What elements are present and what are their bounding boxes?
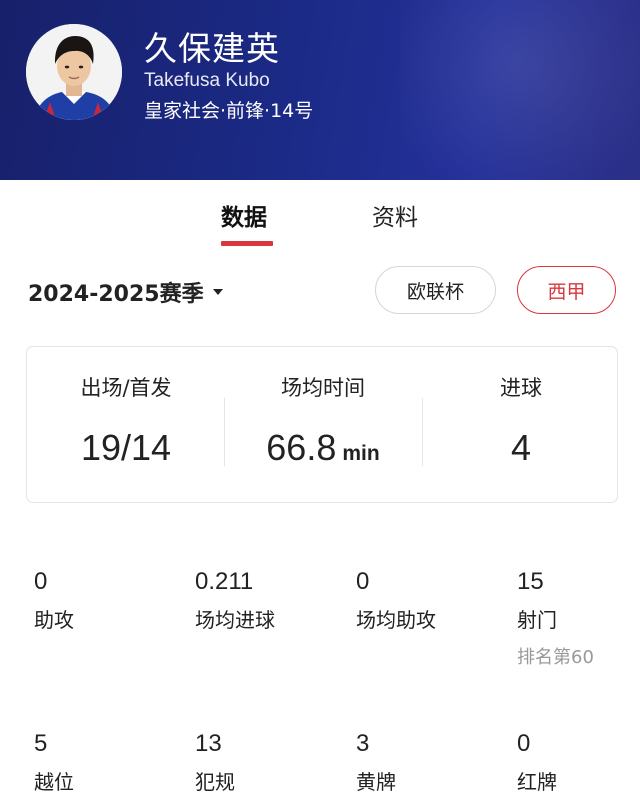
stat-assists: 0 助攻 [34, 568, 184, 633]
stat-value: 0.211 [195, 568, 254, 595]
caret-down-icon [212, 289, 223, 295]
stat-value: 3 [356, 730, 370, 757]
player-avatar[interactable] [26, 24, 122, 120]
stat-yellow-cards: 3 黄牌 [356, 730, 506, 794]
stat-value: 5 [34, 730, 48, 757]
stat-value: 0 [356, 568, 370, 595]
stat-offsides: 5 越位 [34, 730, 184, 794]
summary-card: 出场/首发 19/14 场均时间 66.8 min 进球 4 [26, 346, 618, 503]
summary-label: 出场/首发 [80, 376, 172, 400]
summary-minutes: 场均时间 66.8 min [224, 347, 422, 504]
stat-label: 越位 [34, 770, 74, 794]
stat-value: 15 [517, 568, 544, 595]
player-team-position: 皇家社会·前锋·14号 [144, 100, 314, 122]
season-label: 2024-2025赛季 [28, 282, 204, 307]
summary-appearances: 出场/首发 19/14 [27, 347, 225, 504]
competition-europa-league-button[interactable]: 欧联杯 [375, 266, 496, 314]
tab-profile[interactable]: 资料 [372, 198, 418, 232]
summary-label: 场均时间 [281, 376, 365, 400]
stat-label: 场均助攻 [356, 608, 436, 632]
summary-goals: 进球 4 [422, 347, 620, 504]
stat-rank: 排名第60 [517, 647, 594, 668]
tab-data[interactable]: 数据 [221, 198, 267, 232]
player-header: 久保建英 Takefusa Kubo 皇家社会·前锋·14号 [0, 0, 640, 180]
stat-label: 场均进球 [195, 608, 275, 632]
stat-shots: 15 射门 排名第60 [517, 568, 635, 669]
stat-value: 13 [195, 730, 222, 757]
competition-laliga-button[interactable]: 西甲 [517, 266, 616, 314]
summary-value: 19/14 [80, 427, 172, 468]
player-name-cn: 久保建英 [144, 29, 280, 68]
summary-value: 66.8 min [266, 427, 380, 468]
tab-bar: 数据 资料 [0, 180, 640, 252]
summary-value: 4 [510, 427, 532, 468]
player-name-en: Takefusa Kubo [144, 70, 270, 91]
stat-label: 黄牌 [356, 770, 396, 794]
stat-assists-per-game: 0 场均助攻 [356, 568, 506, 633]
stat-label: 助攻 [34, 608, 74, 632]
stat-goals-per-game: 0.211 场均进球 [195, 568, 345, 633]
stat-label: 红牌 [517, 770, 557, 794]
player-photo-icon [26, 24, 122, 120]
active-tab-indicator [221, 241, 273, 246]
summary-unit: min [342, 442, 380, 465]
stat-value: 0 [34, 568, 48, 595]
season-selector[interactable]: 2024-2025赛季 [28, 276, 223, 308]
summary-label: 进球 [500, 376, 542, 400]
stat-label: 射门 [517, 608, 557, 632]
stat-value: 0 [517, 730, 531, 757]
stat-fouls: 13 犯规 [195, 730, 345, 794]
stat-label: 犯规 [195, 770, 235, 794]
stat-red-cards: 0 红牌 [517, 730, 635, 794]
